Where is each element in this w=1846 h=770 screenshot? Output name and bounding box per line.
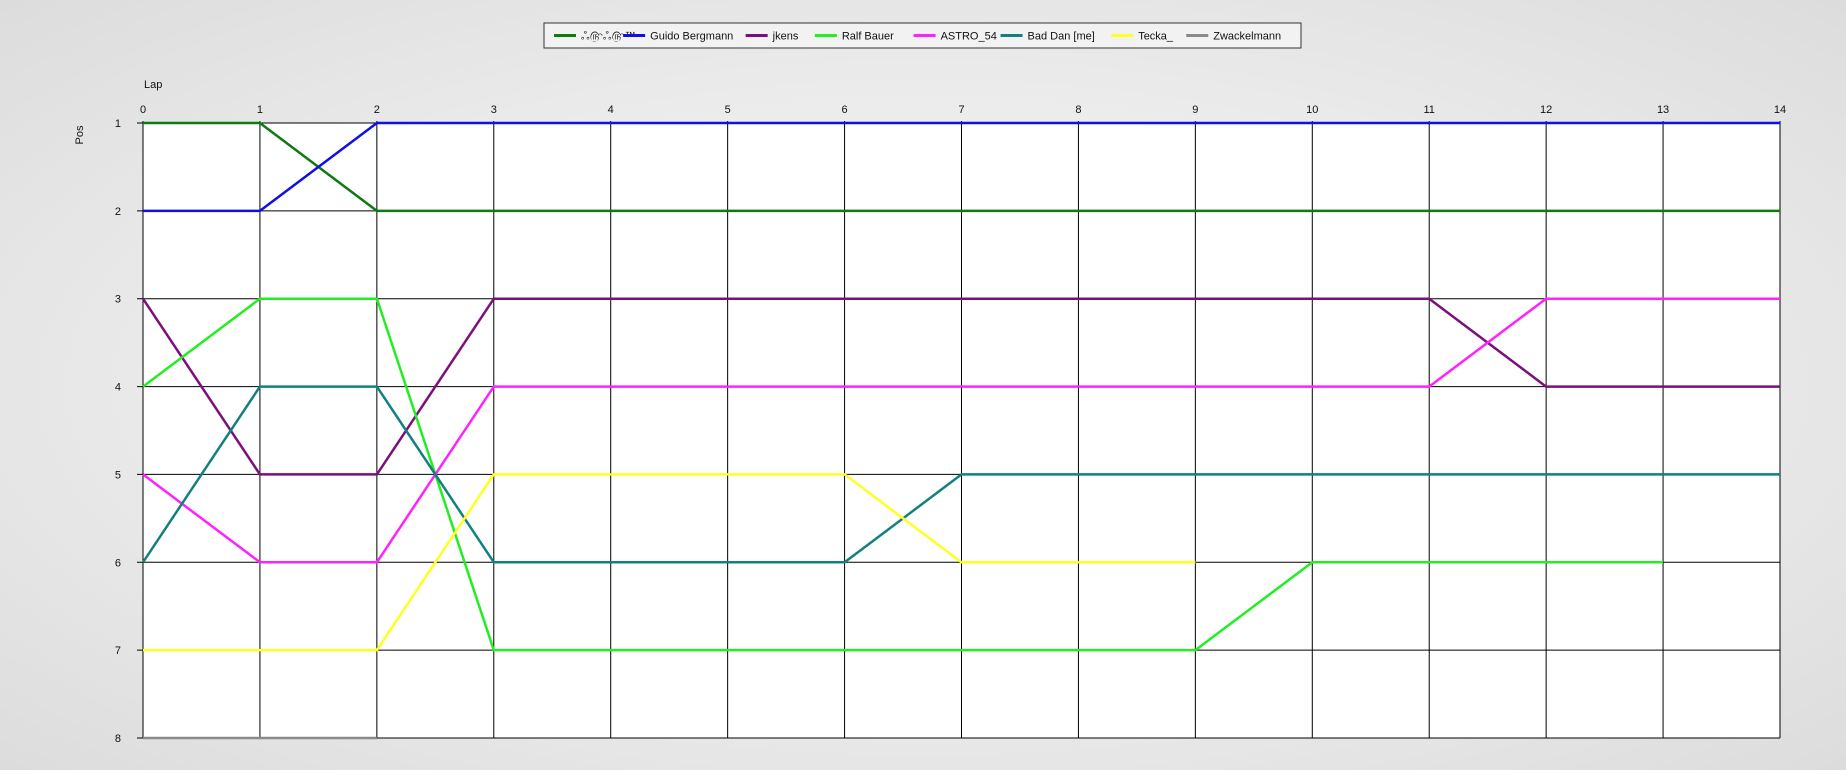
x-tick-label: 7 [958,104,964,116]
x-tick-label: 11 [1424,104,1435,116]
x-tick-label: 5 [725,104,731,116]
x-tick-label: 9 [1192,104,1198,116]
y-axis-title: Pos [74,125,86,144]
legend-label: Ralf Bauer [842,31,894,43]
legend-label: ASTRO_54 [941,31,997,43]
y-tick-label: 7 [115,645,121,657]
x-tick-label: 8 [1075,104,1081,116]
x-tick-label: 10 [1306,104,1318,116]
y-tick-label: 6 [115,557,121,569]
x-axis-title: Lap [144,79,162,91]
x-tick-label: 13 [1657,104,1669,116]
x-tick-label: 12 [1540,104,1552,116]
legend-label: Bad Dan [me] [1028,31,1095,43]
y-tick-label: 4 [115,382,121,394]
x-tick-label: 0 [140,104,146,116]
x-tick-label: 3 [491,104,497,116]
legend-label: Tecka_ [1138,31,1174,43]
legend-label: jkens [772,31,799,43]
y-tick-label: 8 [115,733,121,745]
x-tick-label: 1 [257,104,263,116]
x-tick-label: 14 [1774,104,1786,116]
x-tick-label: 4 [608,104,614,116]
x-tick-label: 2 [374,104,380,116]
x-tick-label: 6 [842,104,848,116]
y-tick-label: 1 [115,118,121,130]
y-tick-label: 3 [115,294,121,306]
legend-label: Guido Bergmann [650,31,733,43]
legend-label: Zwackelmann [1213,31,1281,43]
y-tick-label: 2 [115,206,121,218]
race-position-chart: Lap Pos 0 1 2 3 4 5 6 7 8 9 10 11 12 13 1412345678 ஃ௹ஃ… [74,22,1786,745]
y-tick-label: 5 [115,469,121,481]
legend: ஃ௹ஃ௹™ Guido Bergmann jkens Ralf Bauer ASTRO_… [543,22,1302,49]
